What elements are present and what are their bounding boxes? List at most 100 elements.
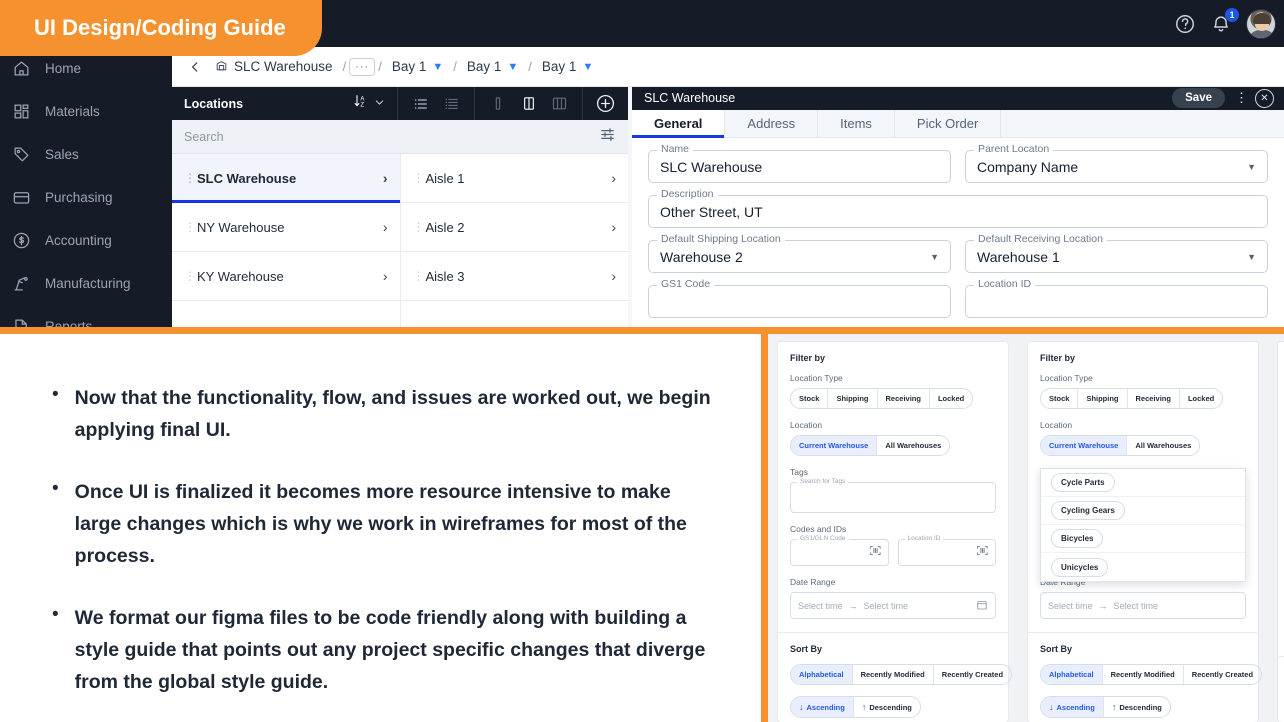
segment-all-warehouses[interactable]: All Warehouses (1127, 436, 1199, 455)
location-id-input[interactable]: Location ID (897, 535, 996, 566)
list-item[interactable]: Cycling Gears (1041, 497, 1245, 525)
search-input[interactable]: Search (184, 130, 599, 144)
segment-ascending[interactable]: ↓ Ascending (1041, 697, 1104, 717)
three-column-icon[interactable] (546, 92, 573, 116)
parent-location-field[interactable]: Parent Locaton Company Name ▼ (965, 143, 1268, 183)
chevron-down-icon[interactable]: ▼ (582, 61, 593, 73)
table-row-empty[interactable] (401, 301, 629, 330)
sidebar-item-manufacturing[interactable]: Manufacturing (0, 262, 172, 305)
barcode-scan-icon[interactable] (976, 544, 989, 562)
table-row[interactable]: ⋮ Aisle 2 › (400, 203, 628, 252)
breadcrumb-bay-3[interactable]: Bay 1 ▼ (535, 59, 600, 74)
name-field[interactable]: Name SLC Warehouse (648, 143, 951, 183)
help-circle-icon[interactable] (1174, 13, 1196, 35)
segment-recently-created[interactable]: Recently Created (1184, 665, 1261, 684)
bell-icon[interactable]: 1 (1210, 7, 1239, 35)
segment-recently-created[interactable]: Recently Created (934, 665, 1011, 684)
close-circle-icon[interactable]: ✕ (1255, 88, 1274, 108)
segment-stock[interactable]: Stock (791, 389, 829, 408)
segment-alphabetical[interactable]: Alphabetical (1041, 665, 1103, 684)
segment-all-warehouses[interactable]: All Warehouses (877, 436, 949, 455)
field-value[interactable]: SLC Warehouse (648, 150, 951, 183)
chevron-right-icon[interactable]: › (611, 170, 616, 186)
chevron-down-icon[interactable]: ▼ (507, 61, 518, 73)
description-field[interactable]: Description Other Street, UT (648, 188, 1268, 228)
more-vertical-icon[interactable]: ⋮ (1235, 91, 1248, 104)
table-row[interactable]: ⋮ KY Warehouse › (172, 252, 400, 301)
chevron-right-icon[interactable]: › (383, 170, 388, 186)
date-to[interactable]: Select time (1114, 601, 1159, 611)
segment-locked[interactable]: Locked (1180, 389, 1222, 408)
barcode-scan-icon[interactable] (869, 544, 882, 562)
user-avatar[interactable] (1246, 8, 1276, 39)
field-value[interactable]: Other Street, UT (648, 195, 1268, 228)
sidebar-item-accounting[interactable]: Accounting (0, 219, 172, 262)
tags-input[interactable]: Search for Tags (790, 478, 996, 513)
sidebar-item-sales[interactable]: Sales (0, 133, 172, 176)
breadcrumb-root[interactable]: SLC Warehouse (208, 59, 340, 75)
tag-chip[interactable]: Cycling Gears (1051, 501, 1125, 520)
tag-chip[interactable]: Unicycles (1051, 557, 1109, 577)
compact-list-icon[interactable] (438, 92, 465, 116)
segment-receiving[interactable]: Receiving (1128, 389, 1180, 408)
sort-control[interactable]: A Z (353, 93, 397, 114)
tab-pick-order[interactable]: Pick Order (895, 109, 1002, 137)
date-from[interactable]: Select time (798, 601, 843, 611)
list-item[interactable]: Cycle Parts (1041, 469, 1245, 497)
list-item[interactable]: Unicycles (1041, 553, 1245, 581)
gs1-gln-code-input[interactable]: GS1/GLN Code (790, 535, 889, 566)
chevron-down-icon[interactable] (374, 95, 385, 113)
table-row-empty[interactable] (172, 301, 400, 330)
chevron-right-icon[interactable]: › (383, 268, 388, 284)
plus-circle-icon[interactable] (592, 92, 619, 116)
two-column-icon[interactable] (515, 92, 542, 116)
chevron-right-icon[interactable]: › (611, 219, 616, 235)
segment-locked[interactable]: Locked (930, 389, 972, 408)
drag-handle-icon[interactable]: ⋮ (184, 221, 196, 233)
segment-shipping[interactable]: Shipping (828, 389, 878, 408)
drag-handle-icon[interactable]: ⋮ (184, 270, 196, 282)
drag-handle-icon[interactable]: ⋮ (413, 172, 425, 184)
search-row[interactable]: Search (172, 120, 628, 154)
segment-ascending[interactable]: ↓ Ascending (791, 697, 854, 717)
chevron-down-icon[interactable]: ▼ (432, 61, 443, 73)
segment-recently-modified[interactable]: Recently Modified (853, 665, 934, 684)
segment-recently-modified[interactable]: Recently Modified (1103, 665, 1184, 684)
gs1-code-field[interactable]: GS1 Code (648, 278, 951, 318)
date-from[interactable]: Select time (1048, 601, 1093, 611)
tab-general[interactable]: General (632, 109, 726, 139)
segment-alphabetical[interactable]: Alphabetical (791, 665, 853, 684)
segment-descending[interactable]: ↑ Descending (854, 697, 920, 717)
sidebar-item-materials[interactable]: Materials (0, 90, 172, 133)
date-range-input[interactable]: Select time → Select time (1040, 592, 1246, 619)
chevron-down-icon[interactable]: ▼ (1247, 162, 1256, 172)
segment-shipping[interactable]: Shipping (1078, 389, 1128, 408)
chevron-down-icon[interactable]: ▼ (930, 252, 939, 262)
location-id-field[interactable]: Location ID (965, 278, 1268, 318)
one-column-icon[interactable] (484, 92, 511, 116)
breadcrumb-bay-1[interactable]: Bay 1 ▼ (385, 59, 450, 74)
save-button[interactable]: Save (1172, 88, 1225, 109)
date-range-input[interactable]: Select time → Select time (790, 592, 996, 619)
default-shipping-location-field[interactable]: Default Shipping Location Warehouse 2 ▼ (648, 233, 951, 273)
segment-descending[interactable]: ↑ Descending (1104, 697, 1170, 717)
drag-handle-icon[interactable]: ⋮ (413, 221, 425, 233)
tab-items[interactable]: Items (818, 109, 895, 137)
segment-receiving[interactable]: Receiving (878, 389, 930, 408)
table-row[interactable]: ⋮ Aisle 1 › (400, 154, 628, 203)
list-item[interactable]: Bicycles (1041, 525, 1245, 553)
date-to[interactable]: Select time (864, 601, 909, 611)
back-button[interactable] (182, 54, 208, 80)
default-receiving-location-field[interactable]: Default Receiving Location Warehouse 1 ▼ (965, 233, 1268, 273)
chevron-right-icon[interactable]: › (383, 219, 388, 235)
breadcrumb-ellipsis-button[interactable]: ··· (349, 57, 376, 76)
tab-address[interactable]: Address (725, 109, 819, 137)
table-row[interactable]: ⋮ Aisle 3 › (400, 252, 628, 301)
drag-handle-icon[interactable]: ⋮ (413, 270, 425, 282)
filter-sliders-icon[interactable] (599, 126, 616, 148)
drag-handle-icon[interactable]: ⋮ (184, 172, 196, 184)
segment-current-warehouse[interactable]: Current Warehouse (1041, 436, 1128, 455)
tag-chip[interactable]: Cycle Parts (1051, 473, 1115, 492)
segment-stock[interactable]: Stock (1041, 389, 1079, 408)
breadcrumb-bay-2[interactable]: Bay 1 ▼ (460, 59, 525, 74)
